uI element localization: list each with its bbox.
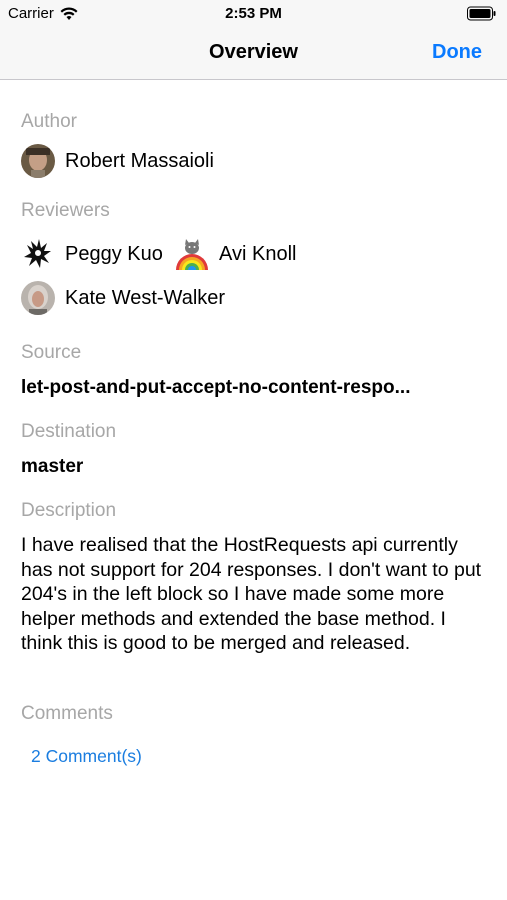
reviewers-section-label: Reviewers <box>21 200 110 221</box>
description-text: I have realised that the HostRequests ap… <box>21 534 482 655</box>
reviewer-avi-knoll: Avi Knoll <box>175 237 296 271</box>
comments-link[interactable]: 2 Comment(s) <box>31 746 142 767</box>
status-time: 2:53 PM <box>225 5 282 22</box>
battery-icon <box>467 6 496 21</box>
comments-section-label: Comments <box>21 703 113 724</box>
reviewer-name: Avi Knoll <box>219 242 297 265</box>
source-section-label: Source <box>21 342 82 363</box>
reviewer-name: Kate West-Walker <box>65 286 226 309</box>
reviewer-peggy-kuo: Peggy Kuo <box>21 237 163 271</box>
dragon-avatar-icon <box>21 237 55 271</box>
author-avatar-icon <box>21 144 55 178</box>
done-button[interactable]: Done <box>432 41 482 64</box>
description-section-label: Description <box>21 500 117 521</box>
author-name: Robert Massaioli <box>65 149 214 172</box>
reviewer-name: Peggy Kuo <box>65 242 163 265</box>
photo-avatar-icon <box>21 281 55 315</box>
status-bar: Carrier 2:53 PM <box>0 0 507 28</box>
source-branch: let-post-and-put-accept-no-content-respo… <box>21 377 411 398</box>
author-section-label: Author <box>21 111 77 132</box>
rainbow-cat-avatar-icon <box>175 237 209 271</box>
destination-branch: master <box>21 456 84 477</box>
author-row: Robert Massaioli <box>21 144 214 178</box>
destination-section-label: Destination <box>21 421 117 442</box>
page-title: Overview <box>209 41 298 63</box>
navigation-bar: Overview Done <box>0 28 507 80</box>
reviewer-kate-west-walker: Kate West-Walker <box>21 281 225 315</box>
